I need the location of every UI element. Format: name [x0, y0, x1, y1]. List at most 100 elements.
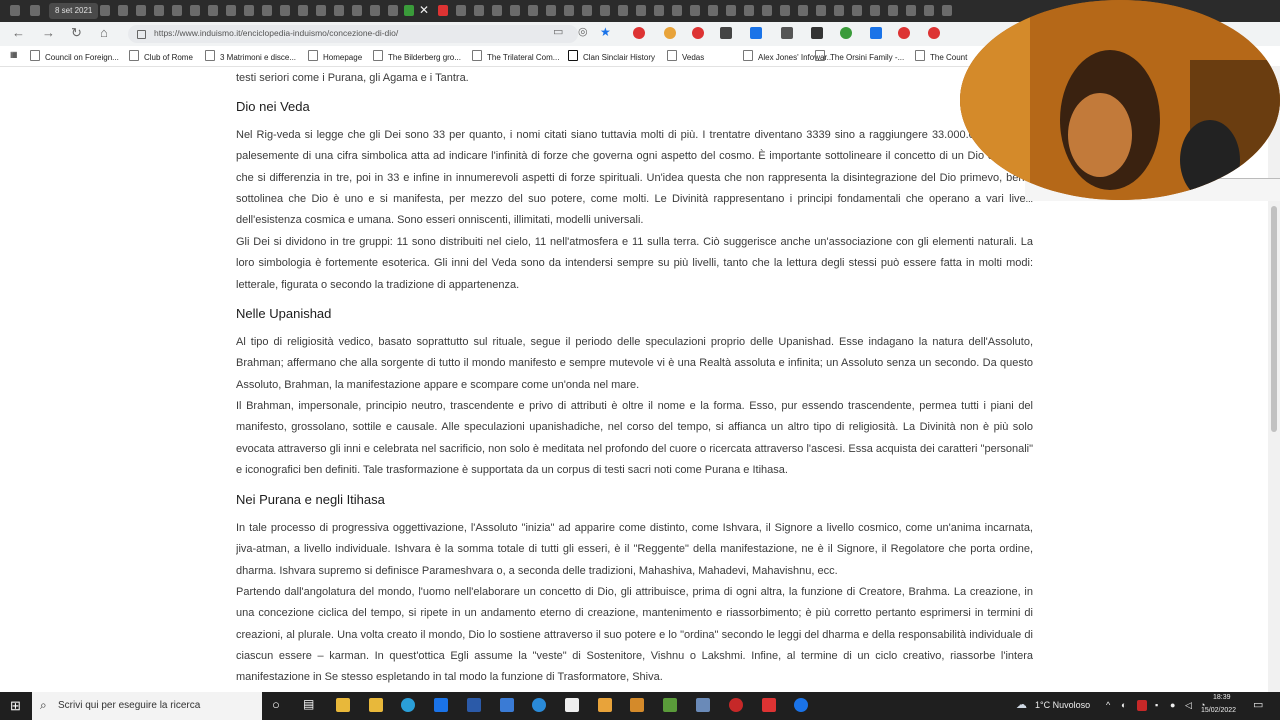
bookmark-item[interactable]: Clan Sinclair History [568, 50, 655, 62]
tab-icon[interactable] [924, 5, 934, 16]
tab-icon[interactable] [726, 5, 736, 16]
youtube-tab-icon[interactable] [438, 5, 448, 16]
task-view-icon[interactable]: ▤ [303, 697, 314, 711]
tab-icon[interactable] [136, 5, 146, 16]
tray-app-icon[interactable]: ◐ [1121, 700, 1126, 710]
app-icon[interactable] [630, 698, 644, 712]
tray-app-icon[interactable]: ▪ [1155, 700, 1158, 710]
tracking-icon[interactable]: ◎ [578, 25, 588, 38]
tab-icon[interactable] [404, 5, 414, 16]
tab-icon[interactable] [100, 5, 110, 16]
bookmark-item[interactable]: The Orsini Family -... [815, 50, 904, 62]
url-text[interactable]: https://www.induismo.it/enciclopedia-ind… [154, 28, 398, 38]
file-explorer-icon[interactable] [336, 698, 350, 712]
tab-icon[interactable] [190, 5, 200, 16]
app-icon[interactable] [663, 698, 677, 712]
tab-icon[interactable] [798, 5, 808, 16]
adblock-extension-icon[interactable] [633, 27, 645, 39]
edge-icon[interactable] [401, 698, 415, 712]
apps-icon[interactable]: ▦ [10, 50, 18, 59]
tab-icon[interactable] [280, 5, 290, 16]
app-icon[interactable] [500, 698, 514, 712]
tab-icon[interactable] [780, 5, 790, 16]
bookmark-item[interactable]: Homepage [308, 50, 362, 62]
tab-icon[interactable] [942, 5, 952, 16]
record-extension-icon[interactable] [692, 27, 704, 39]
notification-icon[interactable]: ▭ [1253, 698, 1263, 711]
folder-icon[interactable] [598, 698, 612, 712]
close-tab-icon[interactable]: ✕ [419, 2, 429, 18]
app-icon[interactable] [794, 698, 808, 712]
windows-start-icon[interactable]: ⊞ [10, 698, 21, 714]
reader-mode-icon[interactable]: ▭ [553, 25, 563, 38]
back-icon[interactable]: ← [12, 25, 25, 40]
tab-icon[interactable] [208, 5, 218, 16]
tab-icon[interactable] [888, 5, 898, 16]
tab-icon[interactable] [474, 5, 484, 16]
tab-icon[interactable] [690, 5, 700, 16]
tray-app-icon[interactable] [1137, 700, 1147, 711]
reload-icon[interactable]: ↻ [71, 25, 82, 41]
cortana-icon[interactable]: ○ [272, 697, 280, 712]
bookmark-item[interactable]: Vedas [667, 50, 704, 62]
tab-icon[interactable] [636, 5, 646, 16]
dollar-extension-icon[interactable] [720, 27, 732, 39]
tab-icon[interactable] [316, 5, 326, 16]
extension-icon[interactable] [928, 27, 940, 39]
page-scrollbar[interactable] [1268, 66, 1280, 692]
tab-icon[interactable] [834, 5, 844, 16]
tab-icon[interactable] [298, 5, 308, 16]
tab-date[interactable]: 8 set 2021 [49, 3, 99, 19]
forward-icon[interactable]: → [42, 25, 55, 40]
scrollbar-thumb[interactable] [1271, 206, 1277, 432]
bookmark-item[interactable]: The Count [915, 50, 967, 62]
tab-icon[interactable] [600, 5, 610, 16]
tab-icon[interactable] [388, 5, 398, 16]
bookmark-item[interactable]: The Trilateral Com... [472, 50, 559, 62]
tab-icon[interactable] [618, 5, 628, 16]
tab-icon[interactable] [708, 5, 718, 16]
tab-icon[interactable] [744, 5, 754, 16]
tab-icon[interactable] [352, 5, 362, 16]
tab-icon[interactable] [510, 5, 520, 16]
mail-icon[interactable] [434, 698, 448, 712]
brave-browser-icon[interactable] [762, 698, 776, 712]
app-icon[interactable] [696, 698, 710, 712]
tab-icon[interactable] [154, 5, 164, 16]
tab-icon[interactable] [654, 5, 664, 16]
tab-icon[interactable] [762, 5, 772, 16]
bookmark-item[interactable]: Council on Foreign... [30, 50, 119, 62]
tab-icon[interactable] [870, 5, 880, 16]
tab-icon[interactable] [226, 5, 236, 16]
url-bar[interactable]: https://www.induismo.it/enciclopedia-ind… [128, 25, 578, 43]
weather-text[interactable]: 1°C Nuvoloso [1035, 700, 1090, 710]
tab-icon[interactable] [118, 5, 128, 16]
store-icon[interactable] [369, 698, 383, 712]
tab-icon[interactable] [334, 5, 344, 16]
extension-icon[interactable] [781, 27, 793, 39]
bookmark-item[interactable]: Club of Rome [129, 50, 193, 62]
extension-icon[interactable] [811, 27, 823, 39]
clock-date[interactable]: 15/02/2022 [1201, 707, 1236, 714]
tab-icon[interactable] [30, 5, 40, 16]
internet-explorer-icon[interactable] [532, 698, 546, 712]
speaker-icon[interactable]: ◁ [1185, 700, 1192, 711]
obs-icon[interactable] [729, 698, 743, 712]
extension-icon[interactable] [870, 27, 882, 39]
document-icon[interactable] [565, 698, 579, 712]
pinterest-extension-icon[interactable] [898, 27, 910, 39]
clock-time[interactable]: 18:39 [1213, 694, 1231, 701]
bookmark-star-icon[interactable]: ★ [600, 25, 611, 39]
taskbar-search-box[interactable]: ⌕ Scrivi qui per eseguire la ricerca [32, 692, 262, 720]
extension-icon[interactable] [750, 27, 762, 39]
tab-icon[interactable] [906, 5, 916, 16]
tray-app-icon[interactable]: ● [1170, 700, 1175, 710]
tab-icon[interactable] [172, 5, 182, 16]
bookmark-item[interactable]: 3 Matrimoni e disce... [205, 50, 296, 62]
bookmark-item[interactable]: The Bilderberg gro... [373, 50, 461, 62]
tab-icon[interactable] [492, 5, 502, 16]
window-menu-icon[interactable] [10, 5, 20, 16]
tab-icon[interactable] [672, 5, 682, 16]
home-icon[interactable]: ⌂ [100, 25, 108, 40]
word-icon[interactable] [467, 698, 481, 712]
